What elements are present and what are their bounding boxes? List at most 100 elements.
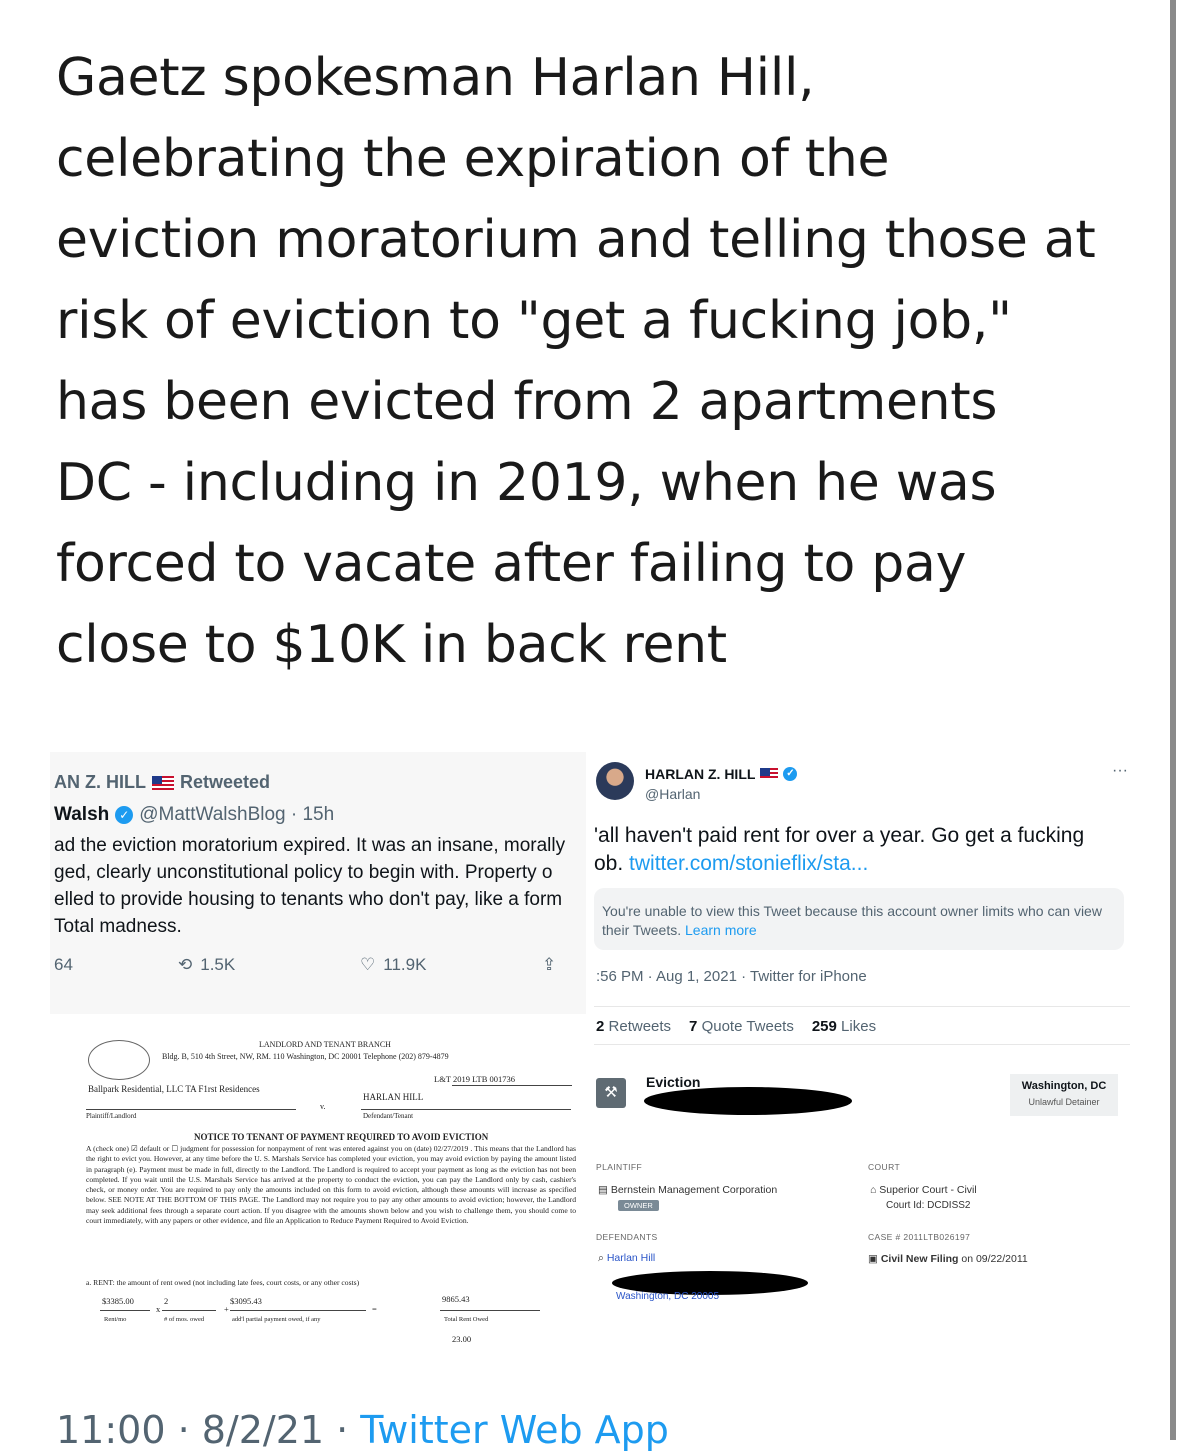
- search-icon: ⌕: [598, 1252, 604, 1264]
- defendant-name: HARLAN HILL: [363, 1092, 424, 1102]
- tweet-line: Gaetz spokesman Harlan Hill,: [56, 48, 815, 108]
- retweets-stat[interactable]: 2 Retweets: [596, 1018, 671, 1035]
- tweet-line: forced to vacate after failing to pay: [56, 534, 967, 594]
- calendar-icon: ▣: [868, 1253, 878, 1265]
- partial-payment: $3095.43: [230, 1296, 262, 1306]
- defendants-label: DEFENDANTS: [596, 1232, 658, 1242]
- author-handle[interactable]: @MattWalshBlog · 15h: [139, 804, 334, 826]
- divider: [100, 1310, 150, 1311]
- author-name: HARLAN Z. HILL: [645, 766, 756, 782]
- notice-title: NOTICE TO TENANT OF PAYMENT REQUIRED TO …: [194, 1132, 489, 1142]
- divider: [162, 1310, 216, 1311]
- notice-text: You're unable to view this Tweet because…: [602, 903, 1102, 938]
- plaintiff-label: Plaintiff/Landlord: [86, 1112, 137, 1120]
- rent-heading: a. RENT: the amount of rent owed (not in…: [86, 1278, 360, 1287]
- divider: [440, 1310, 540, 1311]
- avatar[interactable]: [596, 762, 634, 800]
- quotes-count: 7: [689, 1018, 698, 1035]
- tweet-link[interactable]: twitter.com/stonieflix/sta...: [629, 852, 868, 875]
- divider: [230, 1310, 366, 1311]
- embedded-tweet-screenshot: HARLAN Z. HILL ✓ @Harlan ··· 'all haven'…: [592, 748, 1146, 1348]
- likes-label: Likes: [841, 1018, 877, 1035]
- tweet-line: ob. twitter.com/stonieflix/sta...: [594, 850, 1084, 878]
- rent-mo-label: Rent/mo: [104, 1316, 127, 1323]
- tweet-body: 'all haven't paid rent for over a year. …: [594, 822, 1084, 878]
- plaintiff-name: Bernstein Management Corporation: [610, 1184, 778, 1196]
- defendant-city: Washington, DC 20005: [616, 1291, 719, 1302]
- gavel-icon: ⚒: [596, 1078, 626, 1108]
- tweet-timestamp[interactable]: :56 PM · Aug 1, 2021 · Twitter for iPhon…: [596, 968, 867, 985]
- defendant-link[interactable]: Harlan Hill: [607, 1252, 655, 1264]
- body-line: ged, clearly unconstitutional policy to …: [54, 862, 553, 883]
- plaintiff-label: PLAINTIFF: [596, 1162, 643, 1172]
- quotes-label: Quote Tweets: [701, 1018, 794, 1035]
- tweet-line: eviction moratorium and telling those at: [56, 210, 1096, 270]
- unavailable-tweet-notice: You're unable to view this Tweet because…: [594, 888, 1124, 950]
- body-line: elled to provide housing to tenants who …: [54, 889, 563, 910]
- retweets-count: 2: [596, 1018, 605, 1035]
- more-options-icon[interactable]: ···: [1112, 762, 1128, 780]
- times-symbol: x: [156, 1304, 161, 1314]
- divider: [361, 1109, 571, 1110]
- tweet-line: celebrating the expiration of the: [56, 129, 890, 189]
- plaintiff-value: ▤ Bernstein Management Corporation: [598, 1184, 777, 1196]
- months-label: # of mos. owed: [164, 1316, 205, 1323]
- case-number-value: 2019 LTB 001736: [452, 1074, 515, 1084]
- case-label: CASE # 2011LTB026197: [868, 1232, 971, 1242]
- learn-more-link[interactable]: Learn more: [685, 922, 757, 938]
- case-prefix: L&T: [434, 1074, 451, 1084]
- court-branch: LANDLORD AND TENANT BRANCH: [259, 1040, 391, 1049]
- location-box: Washington, DC Unlawful Detainer: [1010, 1074, 1118, 1116]
- tweet-line-prefix: ob.: [594, 852, 630, 875]
- rent-per-month: $3385.00: [102, 1296, 134, 1306]
- author-name[interactable]: Walsh: [54, 804, 109, 826]
- tweet-author-name[interactable]: HARLAN Z. HILL ✓: [645, 766, 798, 782]
- notice-paragraph: A (check one) ☑ default or ☐ judgment fo…: [86, 1144, 576, 1226]
- retweet-attribution: AN Z. HILL Retweeted: [54, 772, 270, 793]
- tweet-author: Walsh ✓ @MattWalshBlog · 15h: [54, 804, 334, 826]
- embedded-retweet-screenshot: AN Z. HILL Retweeted Walsh ✓ @MattWalshB…: [50, 752, 586, 1014]
- total-label: Total Rent Owed: [444, 1316, 489, 1323]
- court-notice-document: LANDLORD AND TENANT BRANCH Bldg. B, 510 …: [84, 1038, 580, 1348]
- court-value: ⌂ Superior Court - Civil: [870, 1184, 977, 1196]
- divider: [86, 1109, 296, 1110]
- tweet-source-link[interactable]: Twitter Web App: [360, 1408, 669, 1452]
- retweeter-name: AN Z. HILL: [54, 772, 146, 792]
- court-address: Bldg. B, 510 4th Street, NW, RM. 110 Was…: [162, 1052, 449, 1061]
- equals-symbol: =: [372, 1304, 377, 1314]
- defendant-city-link[interactable]: Washington, DC 20005: [616, 1291, 719, 1302]
- retweet-count: 1.5K: [200, 955, 236, 974]
- building-icon: ▤: [598, 1184, 608, 1196]
- share-icon[interactable]: ⇪: [542, 955, 556, 975]
- tweet-time[interactable]: 11:00 · 8/2/21 ·: [56, 1408, 360, 1452]
- quotes-stat[interactable]: 7 Quote Tweets: [689, 1018, 794, 1035]
- divider: [594, 1006, 1130, 1007]
- retweet-body: ad the eviction moratorium expired. It w…: [54, 832, 565, 940]
- defendant-value: ⌕ Harlan Hill: [598, 1252, 655, 1265]
- total-rent-owed: 9865.43: [442, 1294, 470, 1304]
- versus: v.: [320, 1102, 326, 1111]
- filing-date: on 09/22/2011: [961, 1253, 1028, 1265]
- body-line: ad the eviction moratorium expired. It w…: [54, 835, 566, 856]
- like-button[interactable]: ♡ 11.9K: [360, 955, 426, 975]
- verified-badge-icon: ✓: [115, 806, 134, 824]
- tweet-text: Gaetz spokesman Harlan Hill, celebrating…: [56, 38, 1146, 686]
- tweet-line: close to $10K in back rent: [56, 615, 727, 675]
- retweet-icon: ⟲: [178, 955, 193, 974]
- scrollbar[interactable]: [1170, 0, 1176, 1440]
- divider: [452, 1085, 572, 1086]
- redaction-mark: [644, 1087, 852, 1115]
- author-handle[interactable]: @Harlan: [645, 786, 700, 802]
- filing-label: Civil New Filing: [880, 1253, 959, 1265]
- retweets-label: Retweets: [608, 1018, 672, 1035]
- us-flag-icon: [152, 775, 174, 790]
- likes-stat[interactable]: 259 Likes: [812, 1018, 876, 1035]
- reply-count[interactable]: 64: [54, 955, 73, 975]
- tweet-line: DC - including in 2019, when he was: [56, 453, 997, 513]
- filing-value: ▣ Civil New Filing on 09/22/2011: [868, 1253, 1028, 1265]
- retweet-button[interactable]: ⟲ 1.5K: [178, 955, 235, 975]
- court-label: COURT: [868, 1162, 901, 1172]
- location: Washington, DC: [1021, 1080, 1107, 1092]
- months-owed: 2: [164, 1296, 169, 1306]
- partial-label: add'l partial payment owed, if any: [232, 1316, 321, 1323]
